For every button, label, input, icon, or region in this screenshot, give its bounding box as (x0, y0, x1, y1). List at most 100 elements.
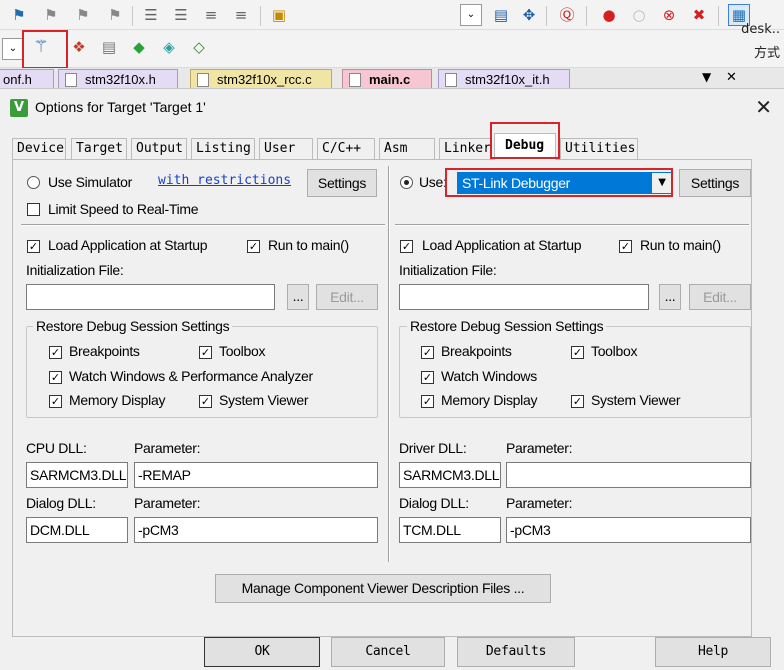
file-tab-2-label: stm32f10x_rcc.c (217, 72, 312, 87)
load-app-checkbox-left[interactable]: ✓ (27, 240, 40, 253)
tab-cc[interactable]: C/C++ (317, 138, 375, 159)
toolbox-checkbox-left[interactable]: ✓ (199, 346, 212, 359)
toolbox-checkbox-right[interactable]: ✓ (571, 346, 584, 359)
bookmark-next-icon[interactable]: ⚑ (72, 4, 94, 26)
driver-param-input[interactable] (506, 462, 751, 488)
tab-target[interactable]: Target (71, 138, 127, 159)
cpu-dll-input[interactable]: SARMCM3.DLL (26, 462, 128, 488)
init-browse-button-right[interactable]: ... (659, 284, 681, 310)
file-tab-0[interactable]: onf.h (0, 69, 54, 90)
uncomment-icon[interactable]: ≡ (230, 4, 252, 26)
file-extensions-icon[interactable]: ▤ (98, 36, 120, 58)
tabs-close-icon[interactable]: ✕ (726, 70, 737, 85)
breakpoints-checkbox-right[interactable]: ✓ (421, 346, 434, 359)
manage-components-icon[interactable]: ❖ (68, 36, 90, 58)
tab-linker[interactable]: Linker (439, 138, 491, 159)
init-file-input-right[interactable] (399, 284, 649, 310)
load-app-label-right: Load Application at Startup (422, 237, 582, 253)
load-app-checkbox-right[interactable]: ✓ (400, 240, 413, 253)
cancel-button[interactable]: Cancel (331, 637, 445, 667)
tab-device[interactable]: Device (12, 138, 66, 159)
bookmark-clear-icon[interactable]: ⚑ (104, 4, 126, 26)
breakpoint-enable-icon[interactable]: ○ (628, 4, 650, 26)
tab-debug-label: Debug (505, 138, 545, 153)
breakpoints-checkbox-left[interactable]: ✓ (49, 346, 62, 359)
help-button[interactable]: Help (655, 637, 771, 667)
incremental-find-icon[interactable]: ✥ (518, 4, 540, 26)
with-restrictions-link[interactable]: with restrictions (158, 173, 291, 188)
memory-checkbox-right[interactable]: ✓ (421, 395, 434, 408)
c-file-icon (349, 73, 361, 87)
driver-dll-input[interactable]: SARMCM3.DLL (399, 462, 501, 488)
system-viewer-checkbox-left[interactable]: ✓ (199, 395, 212, 408)
defaults-button[interactable]: Defaults (457, 637, 575, 667)
dialog-title: Options for Target 'Target 1' (35, 99, 206, 115)
tab-output[interactable]: Output (131, 138, 187, 159)
tab-listing[interactable]: Listing (191, 138, 255, 159)
use-debugger-radio[interactable] (400, 176, 413, 189)
run-to-main-checkbox-left[interactable]: ✓ (247, 240, 260, 253)
init-browse-button-left[interactable]: ... (287, 284, 309, 310)
select-packs-icon[interactable]: ◇ (188, 36, 210, 58)
dialog-param-label-right: Parameter: (506, 495, 573, 511)
watch-checkbox-left[interactable]: ✓ (49, 371, 62, 384)
file-tab-2[interactable]: stm32f10x_rcc.c (190, 69, 332, 90)
debugger-select[interactable]: ST-Link Debugger ▼ (457, 172, 673, 194)
find-icon[interactable]: ▤ (490, 4, 512, 26)
restore-title-left: Restore Debug Session Settings (33, 318, 233, 334)
init-edit-button-right[interactable]: Edit... (689, 284, 751, 310)
dialog-param-input-right[interactable]: -pCM3 (506, 517, 751, 543)
debug-start-icon[interactable]: Ⓠ (556, 4, 578, 26)
dialog-param-input-left[interactable]: -pCM3 (134, 517, 378, 543)
file-tab-4[interactable]: stm32f10x_it.h (438, 69, 570, 90)
tab-output-label: Output (136, 141, 183, 156)
dialog-close-icon[interactable]: ✕ (755, 95, 772, 119)
dialog-titlebar[interactable]: V Options for Target 'Target 1' ✕ (0, 89, 784, 127)
file-tab-3[interactable]: main.c (342, 69, 432, 90)
cpu-param-input[interactable]: -REMAP (134, 462, 378, 488)
options-for-target-icon[interactable]: ⚚ (30, 36, 52, 58)
pack-installer-icon[interactable]: ◈ (158, 36, 180, 58)
run-time-environment-icon[interactable]: ◆ (128, 36, 150, 58)
system-viewer-checkbox-right[interactable]: ✓ (571, 395, 584, 408)
dialog-dll-input-right[interactable]: TCM.DLL (399, 517, 501, 543)
c-file-icon (197, 73, 209, 87)
breakpoint-kill-icon[interactable]: ✖ (688, 4, 710, 26)
breakpoint-disable-icon[interactable]: ⊗ (658, 4, 680, 26)
limit-speed-label: Limit Speed to Real-Time (48, 201, 199, 217)
flag-icon[interactable]: ⚑ (8, 4, 30, 26)
indent-icon[interactable]: ☰ (140, 4, 162, 26)
tab-user[interactable]: User (259, 138, 313, 159)
find-dropdown-icon[interactable]: ⌄ (460, 4, 482, 26)
options-dialog: V Options for Target 'Target 1' ✕ Device… (0, 88, 784, 670)
bookmark-prev-icon[interactable]: ⚑ (40, 4, 62, 26)
run-to-main-checkbox-right[interactable]: ✓ (619, 240, 632, 253)
breakpoint-insert-icon[interactable]: ● (598, 4, 620, 26)
dialog-dll-input-left[interactable]: DCM.DLL (26, 517, 128, 543)
unindent-icon[interactable]: ☰ (170, 4, 192, 26)
ok-button[interactable]: OK (204, 637, 320, 667)
target-dropdown-icon[interactable]: ⌄ (2, 38, 24, 60)
tab-linker-label: Linker (444, 141, 491, 156)
watch-checkbox-right[interactable]: ✓ (421, 371, 434, 384)
debugger-dropdown-icon[interactable]: ▼ (652, 173, 672, 193)
radio-dot (404, 180, 409, 185)
debugger-settings-button[interactable]: Settings (679, 169, 751, 197)
tab-debug[interactable]: Debug (494, 133, 556, 160)
use-simulator-radio[interactable] (27, 176, 40, 189)
memory-checkbox-left[interactable]: ✓ (49, 395, 62, 408)
toolbar-target: ⌄ ⚚ ❖ ▤ ◆ ◈ ◇ desk.. 方式 (0, 22, 784, 68)
file-tab-0-label: onf.h (3, 72, 32, 87)
init-file-input-left[interactable] (26, 284, 275, 310)
find-in-files-icon[interactable]: ▣ (268, 4, 290, 26)
manage-component-viewer-button[interactable]: Manage Component Viewer Description File… (215, 574, 551, 603)
simulator-settings-button[interactable]: Settings (307, 169, 377, 197)
init-edit-button-left[interactable]: Edit... (316, 284, 378, 310)
tab-asm[interactable]: Asm (379, 138, 435, 159)
file-tab-1[interactable]: stm32f10x.h (58, 69, 178, 90)
limit-speed-checkbox[interactable] (27, 203, 40, 216)
tabs-menu-icon[interactable]: ▼ (702, 70, 711, 84)
comment-icon[interactable]: ≡ (200, 4, 222, 26)
dialog-dll-label-right: Dialog DLL: (399, 495, 469, 511)
tab-utilities[interactable]: Utilities (560, 138, 638, 159)
